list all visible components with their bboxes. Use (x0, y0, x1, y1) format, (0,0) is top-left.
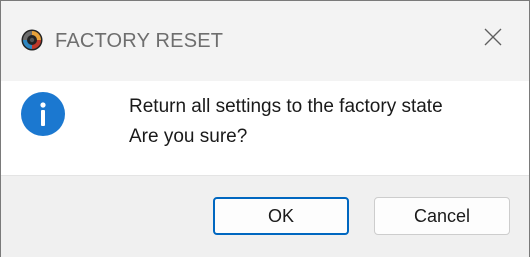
info-icon (21, 92, 65, 136)
close-icon (484, 28, 502, 51)
cancel-button[interactable]: Cancel (374, 197, 510, 235)
dialog-content: Return all settings to the factory state… (1, 81, 529, 175)
ok-button[interactable]: OK (213, 197, 349, 235)
dialog-message: Return all settings to the factory state… (129, 92, 443, 152)
button-bar: OK Cancel (1, 175, 529, 257)
app-logo-icon (21, 29, 43, 51)
message-line-2: Are you sure? (129, 126, 248, 147)
close-button[interactable] (471, 17, 515, 61)
title-bar[interactable]: FACTORY RESET (1, 1, 529, 81)
factory-reset-dialog: FACTORY RESET Return all settings to the… (0, 0, 530, 257)
window-title: FACTORY RESET (55, 30, 224, 52)
message-line-1: Return all settings to the factory state (129, 96, 443, 117)
